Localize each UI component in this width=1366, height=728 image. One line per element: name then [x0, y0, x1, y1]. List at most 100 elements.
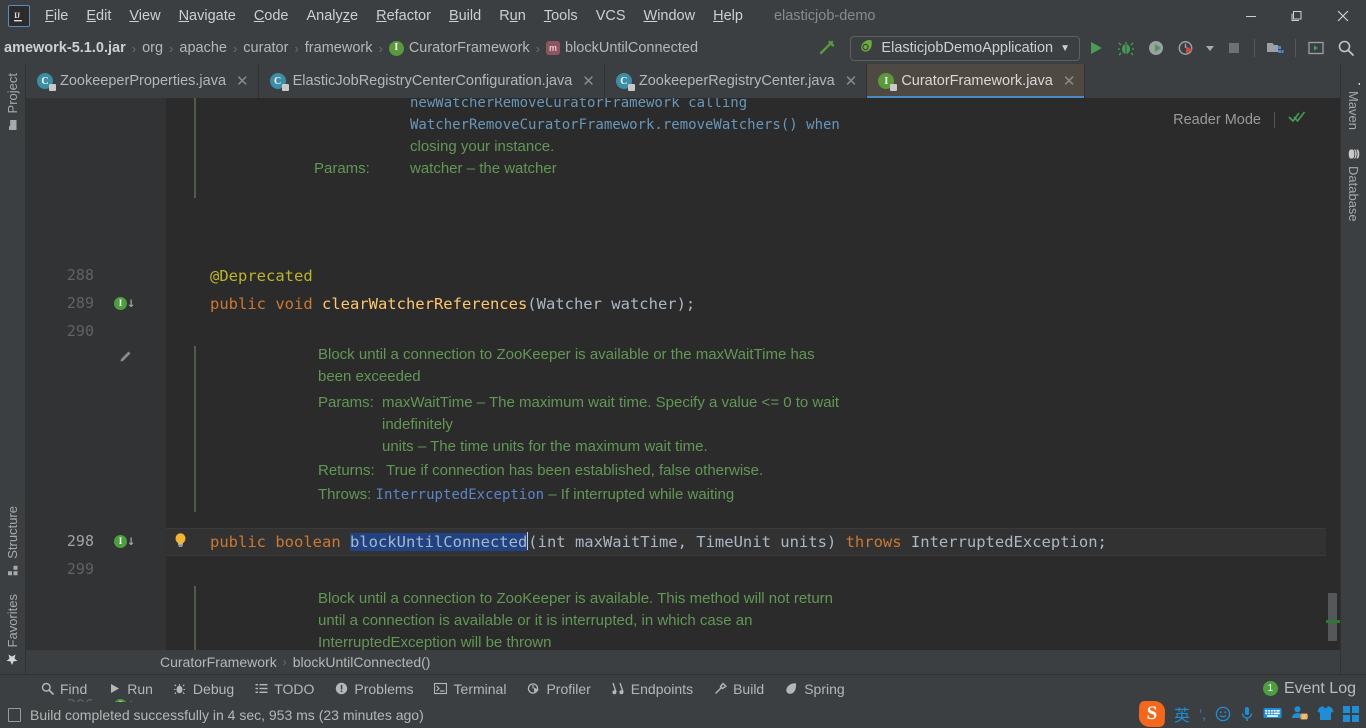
- menu-window[interactable]: Window: [635, 4, 705, 28]
- class-icon: C: [269, 73, 289, 91]
- breadcrumb-item-framework[interactable]: framework: [301, 38, 377, 58]
- editor-tab-curatorframework[interactable]: I CuratorFramework.java ✕: [867, 64, 1086, 98]
- javadoc-param-1-cont: indefinitely: [382, 416, 453, 433]
- reader-mode-indicator[interactable]: Reader Mode: [1173, 106, 1306, 134]
- main-area: Project Structure Favorites C ZookeeperP…: [0, 64, 1366, 714]
- breadcrumb-footer-method[interactable]: blockUntilConnected(): [293, 654, 431, 670]
- minimize-button[interactable]: [1228, 0, 1274, 32]
- profiler-dropdown[interactable]: [1202, 35, 1218, 61]
- maximize-button[interactable]: [1274, 0, 1320, 32]
- ime-language-icon[interactable]: 英: [1174, 702, 1190, 726]
- menu-file[interactable]: FFileile: [36, 4, 77, 28]
- toolwindow-todo[interactable]: TODO: [244, 678, 324, 700]
- debug-button[interactable]: [1112, 35, 1140, 61]
- menu-tools[interactable]: Tools: [535, 4, 587, 28]
- menu-view[interactable]: View: [120, 4, 169, 28]
- sidebar-item-structure[interactable]: Structure: [0, 497, 25, 585]
- run-configuration-selector[interactable]: ElasticjobDemoApplication ▼: [850, 35, 1080, 61]
- sidebar-item-project[interactable]: Project: [0, 64, 25, 139]
- breadcrumb-item-org[interactable]: org: [138, 38, 167, 58]
- inspection-ok-icon[interactable]: [1288, 106, 1306, 134]
- intellij-window: IJ FFileile Edit View Navigate Code Anal…: [0, 0, 1366, 728]
- line-number: 288: [66, 266, 94, 284]
- menu-vcs[interactable]: VCS: [587, 4, 635, 28]
- menu-analyze[interactable]: Analyze: [298, 4, 368, 28]
- hammer-icon[interactable]: [812, 35, 840, 61]
- menu-run[interactable]: Run: [490, 4, 535, 28]
- profiler-button[interactable]: [1172, 35, 1200, 61]
- tab-close-icon[interactable]: ✕: [236, 72, 249, 90]
- sidebar-item-maven[interactable]: m Maven: [1341, 64, 1366, 139]
- toolwindow-problems[interactable]: Problems: [324, 678, 423, 700]
- ime-user-icon[interactable]: 1D: [1291, 705, 1308, 724]
- toolwindow-profiler[interactable]: Profiler: [516, 678, 600, 700]
- javadoc-returns-value: True if connection has been established,…: [386, 462, 764, 479]
- toolwindow-spring[interactable]: Spring: [774, 678, 854, 700]
- event-log-label: Event Log: [1283, 679, 1356, 697]
- close-button[interactable]: [1320, 0, 1366, 32]
- ime-keyboard-icon[interactable]: [1263, 706, 1282, 723]
- code-editor-area[interactable]: newWatcherRemoveCuratorFramework calling…: [166, 98, 1340, 650]
- sogou-ime-logo-icon[interactable]: S: [1138, 701, 1166, 727]
- event-log-button[interactable]: 1 Event Log: [1262, 679, 1366, 698]
- javadoc-throws-type[interactable]: InterruptedException: [376, 487, 545, 503]
- class-icon: C: [615, 73, 635, 91]
- breadcrumb-class-label: CuratorFramework: [408, 40, 530, 56]
- build-status-message: Build completed successfully in 4 sec, 9…: [30, 707, 424, 723]
- toolwindow-debug[interactable]: Debug: [163, 678, 244, 700]
- breadcrumb-item-method[interactable]: m blockUntilConnected: [542, 38, 702, 58]
- ime-grid-icon[interactable]: [1343, 706, 1359, 722]
- menu-navigate[interactable]: Navigate: [170, 4, 245, 28]
- scrollbar-thumb[interactable]: [1328, 593, 1337, 641]
- javadoc-summary: InterruptedException will be thrown: [318, 634, 552, 650]
- sidebar-item-favorites[interactable]: Favorites: [0, 585, 25, 674]
- implemented-method-marker[interactable]: I ↓: [114, 296, 135, 310]
- arrow-down-icon: ↓: [127, 295, 136, 311]
- breadcrumb-item-jar[interactable]: amework-5.1.0.jar: [0, 38, 130, 58]
- ime-punctuation-icon[interactable]: ’,: [1199, 706, 1206, 722]
- toolwindow-endpoints[interactable]: Endpoints: [601, 678, 703, 700]
- ime-shirt-icon[interactable]: [1317, 705, 1334, 724]
- editor-tab-elasticjobregistrycenterconfiguration[interactable]: C ElasticJobRegistryCenterConfiguration.…: [259, 64, 605, 98]
- javadoc-param-2: units – The time units for the maximum w…: [382, 438, 708, 455]
- tab-close-icon[interactable]: ✕: [1063, 72, 1076, 90]
- menu-refactor[interactable]: Refactor: [367, 4, 440, 28]
- tab-close-icon[interactable]: ✕: [582, 72, 595, 90]
- toolwindow-label: Debug: [192, 680, 235, 697]
- editor-tab-zookeeperproperties[interactable]: C ZookeeperProperties.java ✕: [26, 64, 259, 98]
- menu-help[interactable]: Help: [704, 4, 752, 28]
- breadcrumb-footer-class[interactable]: CuratorFramework: [160, 654, 277, 670]
- maven-icon: m: [1347, 73, 1366, 91]
- editor-tab-zookeeperregistrycenter[interactable]: C ZookeeperRegistryCenter.java ✕: [605, 64, 868, 98]
- menu-build[interactable]: Build: [440, 4, 490, 28]
- editor-gutter[interactable]: 288 289 I ↓ 290 298 I ↓ 299: [26, 98, 166, 714]
- toolwindow-terminal[interactable]: Terminal: [424, 678, 517, 700]
- javadoc-summary: Block until a connection to ZooKeeper is…: [318, 590, 834, 607]
- menu-edit[interactable]: Edit: [77, 4, 120, 28]
- editor-vertical-scrollbar[interactable]: [1326, 98, 1340, 650]
- breadcrumb-item-curator[interactable]: curator: [239, 38, 292, 58]
- ime-microphone-icon[interactable]: [1240, 706, 1254, 722]
- run-button[interactable]: [1082, 35, 1110, 61]
- search-everywhere-button[interactable]: [1332, 35, 1360, 61]
- breadcrumb-item-class[interactable]: I CuratorFramework: [385, 38, 534, 58]
- database-icon: [1347, 148, 1361, 160]
- edit-pencil-icon[interactable]: [118, 350, 132, 368]
- menu-code[interactable]: Code: [245, 4, 298, 28]
- toolwindow-build[interactable]: Build: [703, 678, 774, 700]
- build-status[interactable]: Build completed successfully in 4 sec, 9…: [8, 707, 424, 723]
- left-tool-strip: Project Structure Favorites: [0, 64, 26, 674]
- profiler-icon: [526, 682, 540, 695]
- run-with-coverage-button[interactable]: [1142, 35, 1170, 61]
- breadcrumb-item-apache[interactable]: apache: [175, 38, 231, 58]
- ime-emoji-icon[interactable]: [1215, 706, 1231, 722]
- method-icon: m: [546, 41, 561, 55]
- intention-bulb-icon[interactable]: [172, 530, 189, 558]
- stop-button[interactable]: [1220, 35, 1248, 61]
- tab-close-icon[interactable]: ✕: [845, 72, 858, 90]
- structure-icon: [6, 565, 20, 576]
- implemented-method-marker[interactable]: I ↓: [114, 534, 135, 548]
- project-structure-button[interactable]: [1261, 35, 1289, 61]
- hide-windows-button[interactable]: [1302, 35, 1330, 61]
- sidebar-item-database[interactable]: Database: [1341, 139, 1366, 231]
